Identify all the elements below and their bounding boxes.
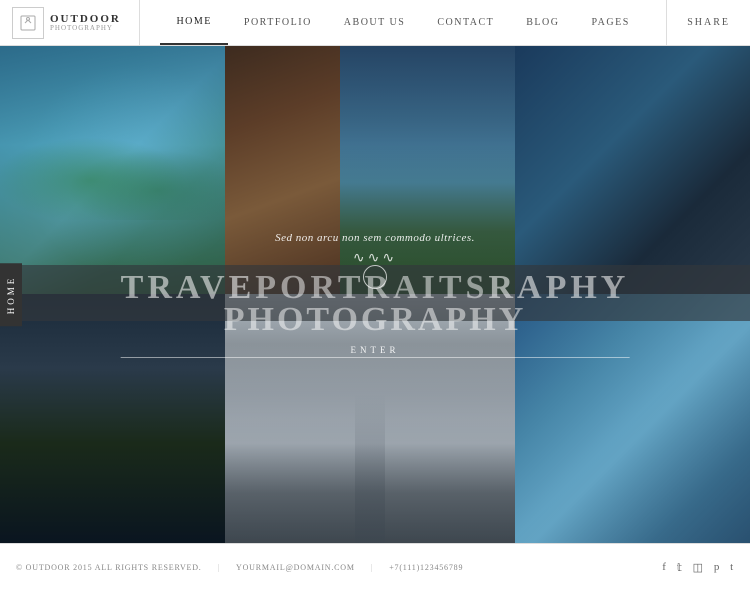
nav-portfolio[interactable]: PORTFOLIO [228, 0, 328, 45]
footer-divider-2: | [371, 563, 373, 572]
footer-divider-1: | [218, 563, 220, 572]
nav-home[interactable]: HOME [160, 0, 227, 45]
photo-cell-rocks[interactable] [0, 294, 225, 543]
footer-phone: +7(111)123456789 [389, 563, 463, 572]
social-instagram-icon[interactable]: ◫ [693, 561, 704, 574]
photo-cell-sailing[interactable] [515, 294, 750, 543]
logo[interactable]: OUTDOOR PHOTOGRAPHY [0, 0, 140, 45]
nav-about[interactable]: ABOUT US [328, 0, 422, 45]
photo-cell-dark[interactable] [515, 46, 750, 294]
social-twitter-icon[interactable]: 𝕥 [677, 561, 683, 574]
photo-cell-road[interactable] [225, 294, 515, 543]
photo-cell-forest[interactable] [225, 46, 340, 294]
logo-title: OUTDOOR [50, 13, 121, 25]
social-facebook-icon[interactable]: f [662, 561, 666, 573]
social-tumblr-icon[interactable]: t [730, 561, 734, 573]
nav-pages[interactable]: PAGES [576, 0, 646, 45]
header: OUTDOOR PHOTOGRAPHY HOME PORTFOLIO ABOUT… [0, 0, 750, 46]
logo-icon [12, 7, 44, 39]
photo-cell-coast[interactable] [0, 46, 225, 294]
nav-blog[interactable]: BLOG [510, 0, 575, 45]
nav-contact[interactable]: CONTACT [421, 0, 510, 45]
social-pinterest-icon[interactable]: p [714, 561, 720, 573]
footer-left: © OUTDOOR 2015 ALL RIGHTS RESERVED. | YO… [16, 563, 662, 572]
footer-email[interactable]: YOURMAIL@DOMAIN.COM [236, 563, 355, 572]
footer: © OUTDOOR 2015 ALL RIGHTS RESERVED. | YO… [0, 543, 750, 590]
circle-decoration [363, 265, 387, 289]
footer-social: f 𝕥 ◫ p t [662, 561, 734, 574]
main-nav: HOME PORTFOLIO ABOUT US CONTACT BLOG PAG… [140, 0, 666, 45]
side-tab-home[interactable]: HOME [0, 263, 22, 326]
main-content: HOME Sed non arcu non sem commodo ultric… [0, 46, 750, 543]
logo-text: OUTDOOR PHOTOGRAPHY [50, 13, 121, 33]
photo-cell-cliff[interactable] [340, 46, 515, 294]
logo-subtitle: PHOTOGRAPHY [50, 25, 121, 33]
share-button[interactable]: SHARE [666, 0, 750, 45]
footer-copyright: © OUTDOOR 2015 ALL RIGHTS RESERVED. [16, 563, 202, 572]
